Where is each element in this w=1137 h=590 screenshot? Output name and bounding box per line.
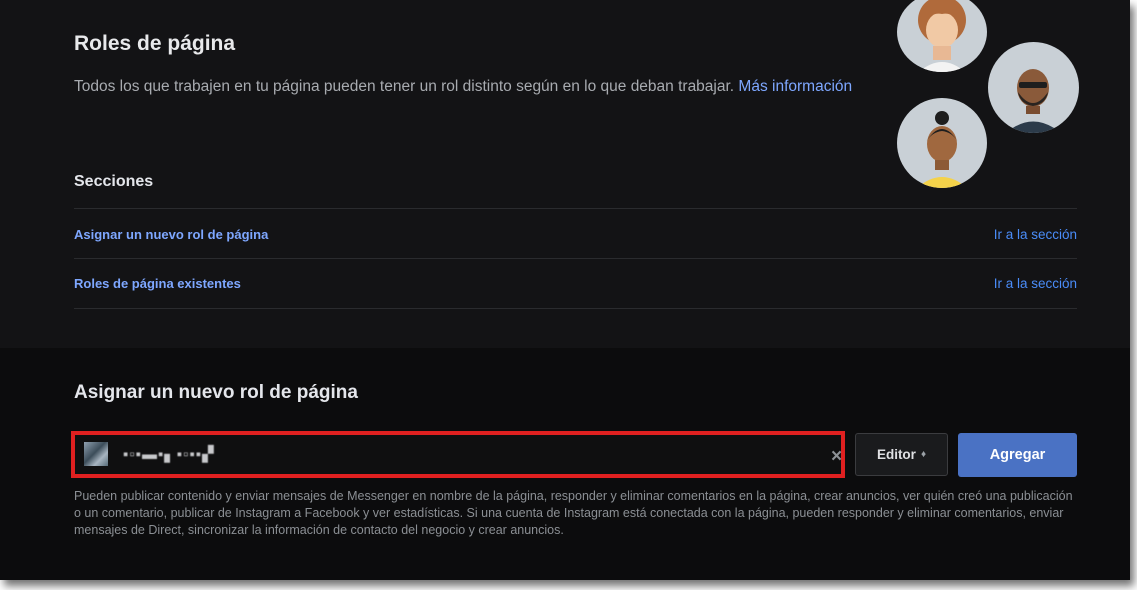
role-select-value: Editor xyxy=(876,447,916,462)
section-link-assign-role[interactable]: Asignar un nuevo rol de página xyxy=(74,227,268,242)
more-info-link[interactable]: Más información xyxy=(738,78,852,95)
illustration-avatar-woman-icon xyxy=(897,0,987,72)
role-help-text: Pueden publicar contenido y enviar mensa… xyxy=(74,489,1073,537)
person-search-input[interactable]: ▪▫▪▬▪▖▪▫▪▪▞ xyxy=(71,431,845,478)
roles-panel: Roles de página Todos los que trabajen e… xyxy=(0,0,1130,348)
goto-section-assign-role[interactable]: Ir a la sección xyxy=(994,227,1077,242)
role-select[interactable]: Editor ♦ xyxy=(855,433,948,476)
add-role-button[interactable]: Agregar xyxy=(958,433,1077,477)
roles-description: Todos los que trabajen en tu página pued… xyxy=(74,76,874,97)
roles-description-text: Todos los que trabajen en tu página pued… xyxy=(74,78,735,95)
person-search-value: ▪▫▪▬▪▖▪▫▪▪▞ xyxy=(123,446,215,463)
divider xyxy=(74,258,1077,259)
sections-label: Secciones xyxy=(74,173,154,190)
divider xyxy=(74,308,1077,309)
goto-section-existing-roles[interactable]: Ir a la sección xyxy=(994,276,1077,291)
divider xyxy=(74,208,1077,209)
illustration-avatar-man-icon xyxy=(988,42,1079,133)
section-link-existing-roles[interactable]: Roles de página existentes xyxy=(74,276,241,291)
page-frame: Roles de página Todos los que trabajen e… xyxy=(0,0,1130,580)
dropdown-caret-icon: ♦ xyxy=(920,449,927,460)
assign-role-title: Asignar un nuevo rol de página xyxy=(74,382,358,403)
clear-icon[interactable]: × xyxy=(831,446,842,468)
illustration-avatar-woman-bun-icon xyxy=(897,98,987,188)
page-title: Roles de página xyxy=(74,32,236,55)
selected-person-avatar xyxy=(84,442,108,466)
